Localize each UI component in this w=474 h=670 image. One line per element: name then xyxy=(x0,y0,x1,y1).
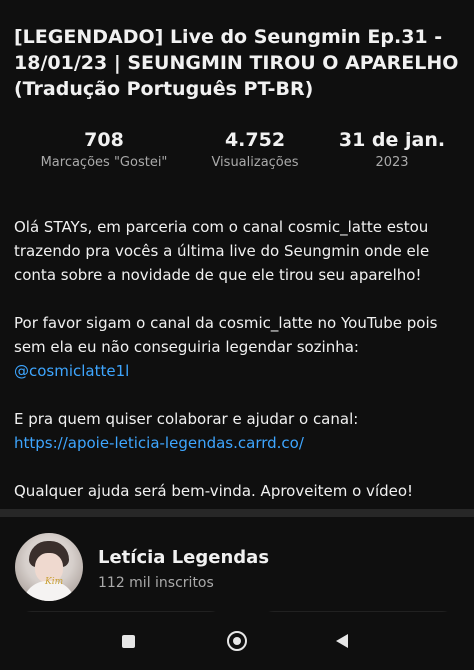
home-button[interactable] xyxy=(222,626,252,656)
home-dot xyxy=(233,637,241,645)
back-button[interactable] xyxy=(327,626,357,656)
support-url-link[interactable]: https://apoie-leticia-legendas.carrd.co/ xyxy=(14,434,304,452)
description-paragraph: Por favor sigam o canal da cosmic_latte … xyxy=(14,311,464,383)
likes-stat: 708 Marcações "Gostei" xyxy=(24,128,184,174)
upload-year: 2023 xyxy=(375,155,409,170)
description-text: E pra quem quiser colaborar e ajudar o c… xyxy=(14,410,359,428)
likes-label: Marcações "Gostei" xyxy=(40,155,168,170)
video-description-page: [LEGENDADO] Live do Seungmin Ep.31 - 18/… xyxy=(0,0,474,670)
description-text: Por favor sigam o canal da cosmic_latte … xyxy=(14,314,438,356)
system-navigation-bar xyxy=(0,612,474,670)
description-paragraph: Olá STAYs, em parceria com o canal cosmi… xyxy=(14,218,430,284)
channel-name[interactable]: Letícia Legendas xyxy=(98,547,269,569)
avatar-watermark: Kim xyxy=(45,577,64,587)
upload-date-stat: 31 de jan. 2023 xyxy=(322,128,462,174)
video-description: Olá STAYs, em parceria com o canal cosmi… xyxy=(14,215,464,527)
views-label: Visualizações xyxy=(211,155,299,170)
views-stat: 4.752 Visualizações xyxy=(195,128,315,174)
channel-avatar[interactable]: Kim xyxy=(15,533,83,601)
subscriber-count: 112 mil inscritos xyxy=(98,575,214,591)
views-count: 4.752 xyxy=(224,129,286,151)
video-title: [LEGENDADO] Live do Seungmin Ep.31 - 18/… xyxy=(14,26,459,100)
description-paragraph: Qualquer ajuda será bem-vinda. Aproveite… xyxy=(14,482,414,500)
video-stats: 708 Marcações "Gostei" 4.752 Visualizaçõ… xyxy=(0,128,474,178)
square-icon xyxy=(121,634,135,648)
circle-home-icon xyxy=(227,631,247,651)
triangle-back-icon xyxy=(336,634,348,648)
section-divider xyxy=(0,509,474,517)
channel-mention-link[interactable]: @cosmiclatte1l xyxy=(14,362,129,380)
description-paragraph: E pra quem quiser colaborar e ajudar o c… xyxy=(14,407,464,455)
channel-card[interactable]: Kim Letícia Legendas 112 mil inscritos xyxy=(0,517,474,631)
upload-date: 31 de jan. xyxy=(338,129,446,151)
recents-button[interactable] xyxy=(113,626,143,656)
likes-count: 708 xyxy=(84,129,124,151)
